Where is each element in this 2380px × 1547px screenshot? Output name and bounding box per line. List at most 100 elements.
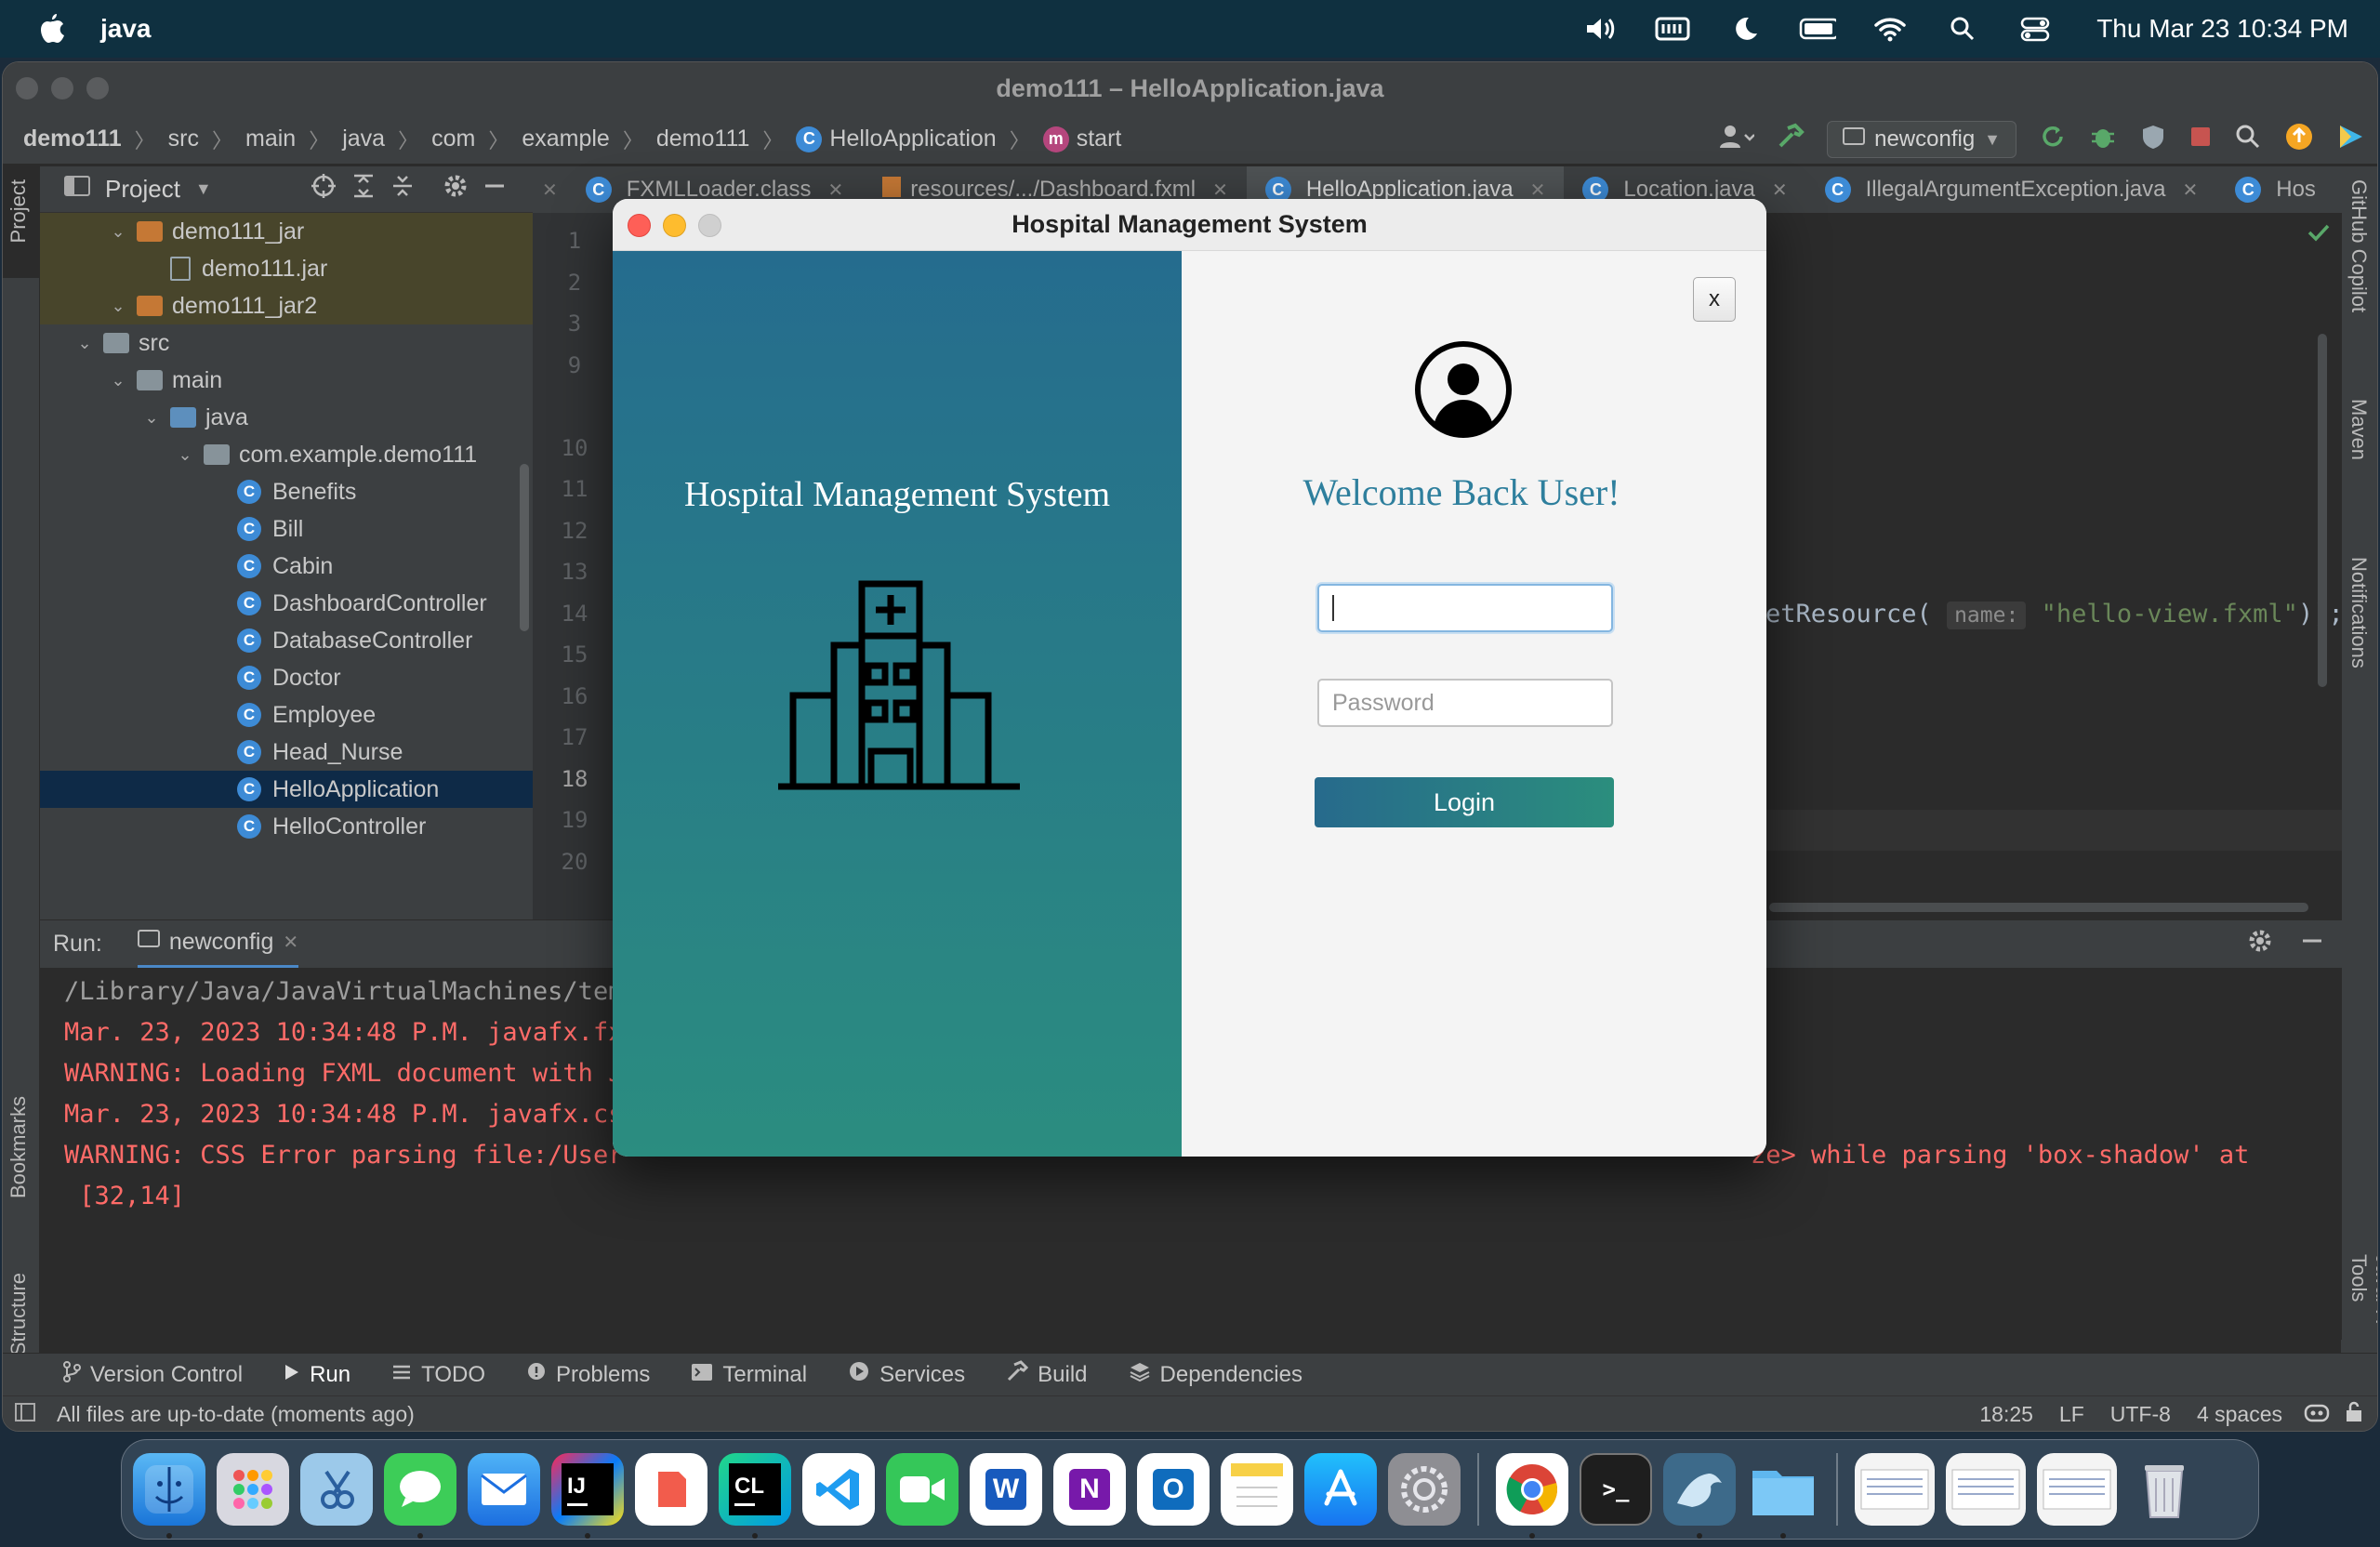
apple-menu-icon[interactable]	[33, 10, 71, 47]
hide-panel-icon[interactable]	[483, 175, 506, 204]
tool-tab-structure[interactable]: Structure	[7, 1273, 31, 1355]
close-button[interactable]: x	[1693, 277, 1736, 322]
status-message[interactable]: All files are up-to-date (moments ago)	[57, 1402, 415, 1427]
tool-tab-notifications[interactable]: Notifications	[2347, 557, 2371, 668]
dock-clion[interactable]: CL	[719, 1453, 791, 1539]
dock-minimized-window-1[interactable]	[1855, 1453, 1935, 1526]
menubar-clock[interactable]: Thu Mar 23 10:34 PM	[2096, 14, 2348, 44]
dock-finder[interactable]	[133, 1453, 205, 1539]
dock-intellij-idea[interactable]: IJ	[551, 1453, 624, 1539]
breadcrumb-method[interactable]: start	[1077, 126, 1122, 152]
dock-app-store[interactable]	[1304, 1453, 1377, 1526]
dock-minimized-window-3[interactable]	[2037, 1453, 2117, 1526]
tree-item[interactable]: demo111.jar	[40, 250, 533, 287]
dock-preview[interactable]	[300, 1453, 373, 1526]
breadcrumb-src[interactable]: src	[168, 126, 199, 152]
password-input[interactable]: Password	[1317, 679, 1613, 727]
chevron-down-icon[interactable]: ⌄	[142, 408, 161, 428]
debug-bug-icon[interactable]	[2089, 123, 2117, 157]
ide-zoom-button[interactable]	[86, 77, 109, 99]
hide-panel-icon[interactable]	[2301, 930, 2323, 959]
tool-tab-project[interactable]: Project	[7, 179, 31, 243]
dock-chrome[interactable]	[1496, 1453, 1568, 1539]
tree-item[interactable]: C Head_Nurse	[40, 734, 533, 771]
dock-notes[interactable]	[1221, 1453, 1293, 1526]
tree-item[interactable]: ⌄ demo111_jar	[40, 213, 533, 250]
breadcrumb-example[interactable]: example	[522, 126, 610, 152]
dock-minimized-window-2[interactable]	[1946, 1453, 2026, 1526]
tool-tab-maven[interactable]: Maven	[2347, 399, 2371, 460]
user-account-icon[interactable]	[1717, 124, 1755, 156]
active-app-name[interactable]: java	[100, 14, 152, 44]
login-button[interactable]: Login	[1315, 777, 1614, 827]
editor-horizontal-scrollbar[interactable]	[1769, 903, 2308, 912]
dock-messages[interactable]	[384, 1453, 456, 1539]
close-icon[interactable]: ✕	[1772, 178, 1788, 202]
tree-scrollbar[interactable]	[520, 464, 529, 631]
chevron-down-icon[interactable]: ⌄	[176, 445, 194, 465]
close-icon[interactable]: ✕	[828, 178, 844, 202]
chevron-down-icon[interactable]: ▼	[195, 179, 212, 199]
file-encoding[interactable]: UTF-8	[2110, 1402, 2171, 1427]
dialog-zoom-button[interactable]	[698, 214, 721, 237]
dock-system-settings[interactable]	[1388, 1453, 1461, 1526]
rerun-icon[interactable]	[2039, 123, 2067, 157]
dock-onenote[interactable]: N	[1053, 1453, 1126, 1526]
tab-hos[interactable]: C Hos	[2216, 166, 2334, 213]
caret-position[interactable]: 18:25	[1979, 1402, 2033, 1427]
dock-launchpad[interactable]	[217, 1453, 289, 1526]
tool-terminal[interactable]: Terminal	[691, 1362, 807, 1388]
tool-todo[interactable]: TODO	[391, 1362, 485, 1388]
ide-close-button[interactable]	[16, 77, 38, 99]
gear-icon[interactable]	[443, 173, 469, 205]
line-separator[interactable]: LF	[2059, 1402, 2084, 1427]
chevron-down-icon[interactable]: ⌄	[109, 371, 127, 390]
focus-moon-icon[interactable]	[1726, 14, 1764, 44]
tool-run[interactable]: Run	[284, 1362, 350, 1388]
dock-word[interactable]: W	[970, 1453, 1042, 1526]
control-center-icon[interactable]	[2016, 14, 2054, 44]
tree-item[interactable]: ⌄ demo111_jar2	[40, 287, 533, 324]
wifi-icon[interactable]	[1871, 14, 1909, 44]
dock-outlook[interactable]: O	[1137, 1453, 1210, 1526]
expand-all-icon[interactable]	[351, 173, 376, 205]
lock-icon[interactable]	[2344, 1401, 2364, 1429]
indent-setting[interactable]: 4 spaces	[2197, 1402, 2282, 1427]
tool-build[interactable]: Build	[1006, 1360, 1088, 1389]
tree-item[interactable]: C HelloController	[40, 808, 533, 845]
tool-problems[interactable]: Problems	[526, 1361, 650, 1388]
keyboard-icon[interactable]	[1654, 14, 1691, 44]
copilot-status-icon[interactable]	[2303, 1400, 2331, 1430]
dialog-minimize-button[interactable]	[663, 214, 686, 237]
collapse-all-icon[interactable]	[390, 173, 415, 205]
volume-icon[interactable]	[1581, 14, 1619, 44]
close-icon[interactable]: ✕	[1530, 178, 1546, 202]
tool-dependencies[interactable]: Dependencies	[1129, 1361, 1302, 1388]
tree-item[interactable]: ⌄ main	[40, 362, 533, 399]
inspection-ok-icon[interactable]	[2307, 222, 2331, 247]
locate-file-icon[interactable]	[311, 173, 337, 205]
breadcrumb-java[interactable]: java	[342, 126, 385, 152]
tree-item[interactable]: ⌄ com.example.demo111	[40, 436, 533, 473]
dock-speakerdeck[interactable]	[635, 1453, 707, 1526]
breadcrumb-project[interactable]: demo111	[23, 126, 122, 152]
breadcrumb-com[interactable]: com	[431, 126, 475, 152]
dialog-close-button[interactable]	[628, 214, 651, 237]
run-configuration-selector[interactable]: newconfig ▼	[1827, 121, 2016, 158]
panel-toggle-icon[interactable]	[14, 1402, 36, 1428]
spotlight-search-icon[interactable]	[1944, 14, 1981, 44]
dock-mail[interactable]	[468, 1453, 540, 1526]
close-icon[interactable]: ✕	[533, 178, 567, 202]
dock-mysql-workbench[interactable]	[1663, 1453, 1736, 1539]
username-input[interactable]	[1317, 584, 1613, 632]
tool-version-control[interactable]: Version Control	[62, 1360, 243, 1389]
gear-icon[interactable]	[2247, 928, 2273, 960]
close-icon[interactable]: ✕	[283, 931, 298, 954]
close-icon[interactable]: ✕	[1212, 178, 1228, 202]
chevron-down-icon[interactable]: ⌄	[109, 297, 127, 316]
tree-item[interactable]: C Benefits	[40, 473, 533, 510]
editor-vertical-scrollbar[interactable]	[2318, 334, 2327, 687]
update-icon[interactable]	[2284, 122, 2314, 158]
chevron-down-icon[interactable]: ⌄	[75, 334, 94, 353]
stop-icon[interactable]	[2189, 126, 2212, 154]
